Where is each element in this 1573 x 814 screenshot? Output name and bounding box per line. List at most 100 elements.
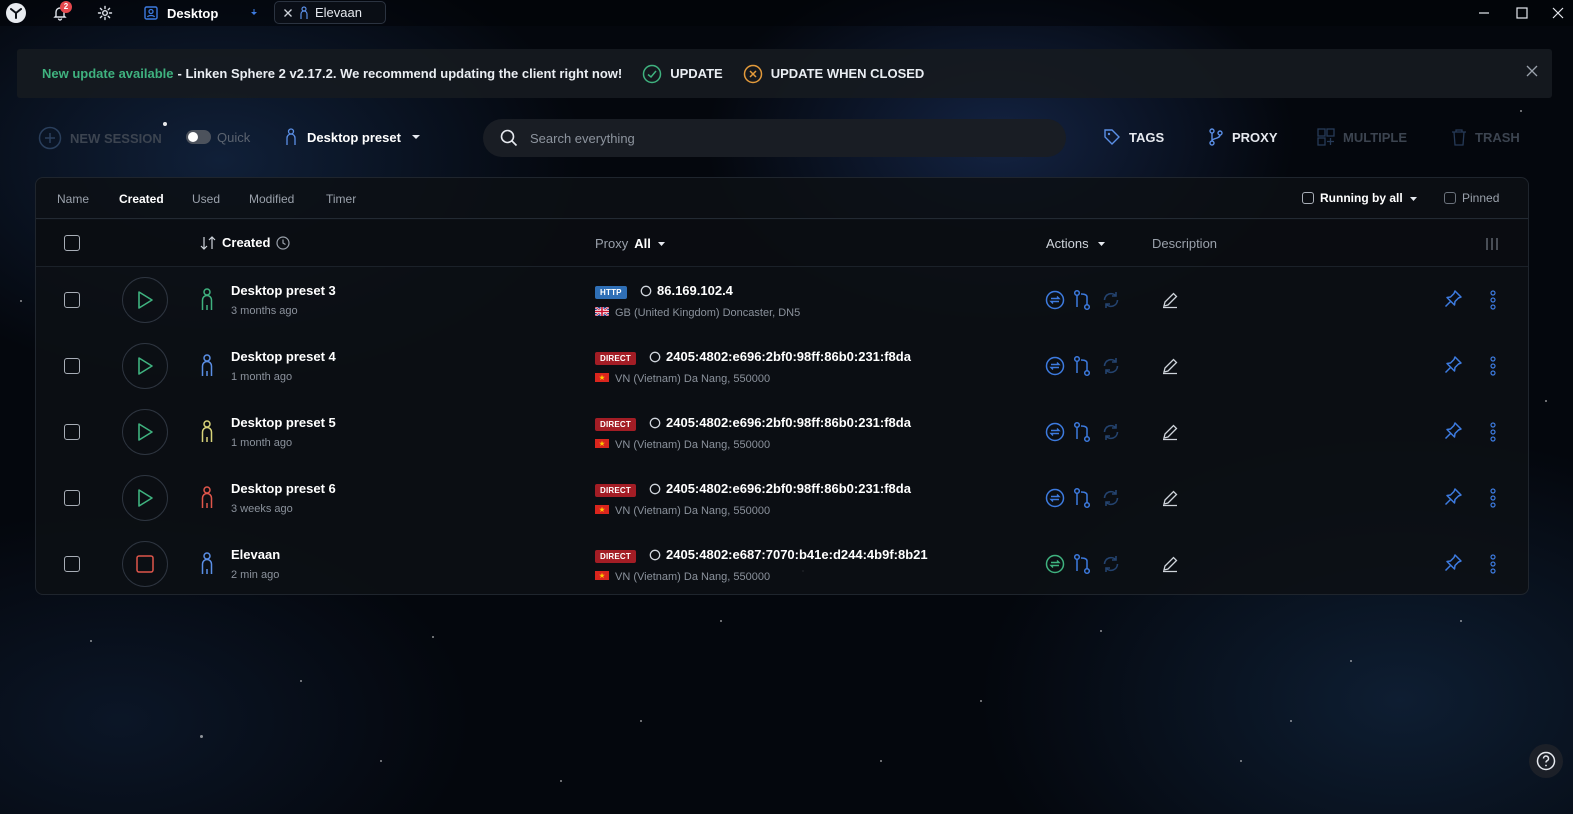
start-session-button[interactable]	[122, 475, 168, 521]
edit-description-icon[interactable]	[1160, 290, 1180, 310]
quick-toggle[interactable]	[186, 130, 211, 144]
pin-icon[interactable]	[1442, 354, 1464, 376]
sync-icon[interactable]	[1044, 553, 1066, 575]
session-name[interactable]: Desktop preset 5	[231, 415, 336, 430]
session-row[interactable]: Desktop preset 4 1 month ago DIRECT 2405…	[36, 333, 1528, 399]
session-row[interactable]: Desktop preset 3 3 months ago HTTP 86.16…	[36, 267, 1528, 333]
stop-session-button[interactable]	[122, 541, 168, 587]
sync-icon[interactable]	[1044, 421, 1066, 443]
pin-icon[interactable]	[1442, 486, 1464, 508]
session-row[interactable]: Desktop preset 6 3 weeks ago DIRECT 2405…	[36, 465, 1528, 531]
branch-icon[interactable]	[1072, 486, 1092, 510]
session-name[interactable]: Desktop preset 4	[231, 349, 336, 364]
branch-icon[interactable]	[1072, 288, 1092, 312]
pinned-checkbox[interactable]	[1444, 192, 1456, 204]
tags-label: TAGS	[1129, 129, 1165, 145]
proxy-location-text: VN (Vietnam) Da Nang, 550000	[615, 571, 771, 583]
session-checkbox[interactable]	[64, 292, 80, 308]
session-checkbox[interactable]	[64, 556, 80, 572]
created-column-header[interactable]: Created	[200, 235, 291, 250]
session-checkbox[interactable]	[64, 424, 80, 440]
pin-icon[interactable]	[1442, 288, 1464, 310]
trash-button[interactable]: TRASH	[1451, 128, 1520, 146]
proxy-ip[interactable]: 2405:4802:e696:2bf0:98ff:86b0:231:f8da	[649, 349, 911, 364]
session-checkbox[interactable]	[64, 358, 80, 374]
pinned-filter[interactable]: Pinned	[1444, 191, 1499, 205]
refresh-icon[interactable]	[1100, 487, 1122, 509]
more-options-icon[interactable]	[1486, 354, 1500, 378]
proxy-type-badge: DIRECT	[595, 352, 636, 365]
proxy-button[interactable]: PROXY	[1208, 128, 1278, 146]
tab-elevaan[interactable]: Elevaan	[274, 1, 386, 24]
sync-icon[interactable]	[1044, 355, 1066, 377]
close-window-icon[interactable]	[1548, 3, 1568, 23]
tab-desktop[interactable]: Desktop	[135, 0, 226, 26]
update-when-closed-button[interactable]: UPDATE WHEN CLOSED	[743, 64, 924, 84]
sort-name[interactable]: Name	[57, 192, 89, 206]
actions-column-header[interactable]: Actions	[1046, 236, 1106, 251]
session-row[interactable]: Desktop preset 5 1 month ago DIRECT 2405…	[36, 399, 1528, 465]
proxy-ip[interactable]: 2405:4802:e687:7070:b41e:d244:4b9f:8b21	[649, 547, 928, 562]
update-button[interactable]: UPDATE	[642, 64, 723, 84]
proxy-ip-value: 2405:4802:e696:2bf0:98ff:86b0:231:f8da	[666, 349, 911, 364]
close-banner-icon[interactable]	[1522, 61, 1542, 81]
more-options-icon[interactable]	[1486, 288, 1500, 312]
branch-icon[interactable]	[1072, 552, 1092, 576]
pin-icon[interactable]	[1442, 420, 1464, 442]
more-options-icon[interactable]	[1486, 552, 1500, 576]
tags-button[interactable]: TAGS	[1103, 128, 1164, 146]
minimize-icon[interactable]	[1474, 3, 1494, 23]
close-tab-icon[interactable]	[283, 8, 293, 18]
search-input[interactable]	[530, 130, 1010, 146]
sort-used[interactable]: Used	[192, 192, 220, 206]
refresh-icon[interactable]	[1100, 289, 1122, 311]
proxy-location: VN (Vietnam) Da Nang, 550000	[595, 571, 770, 583]
refresh-icon[interactable]	[1100, 553, 1122, 575]
refresh-icon[interactable]	[1100, 421, 1122, 443]
multiple-button[interactable]: MULTIPLE	[1317, 128, 1407, 146]
session-row[interactable]: Elevaan 2 min ago DIRECT 2405:4802:e687:…	[36, 531, 1528, 597]
session-checkbox[interactable]	[64, 490, 80, 506]
preset-selector[interactable]: Desktop preset	[285, 128, 421, 146]
session-name[interactable]: Desktop preset 3	[231, 283, 336, 298]
search-bar[interactable]	[483, 119, 1066, 157]
edit-description-icon[interactable]	[1160, 422, 1180, 442]
select-all-checkbox[interactable]	[64, 235, 80, 251]
branch-icon[interactable]	[1072, 354, 1092, 378]
session-name[interactable]: Desktop preset 6	[231, 481, 336, 496]
proxy-ip[interactable]: 86.169.102.4	[640, 283, 733, 298]
running-by-all-checkbox[interactable]	[1302, 192, 1314, 204]
tab-dropdown-icon[interactable]	[248, 7, 260, 19]
start-session-button[interactable]	[122, 277, 168, 323]
more-options-icon[interactable]	[1486, 486, 1500, 510]
play-icon	[138, 489, 153, 507]
branch-icon[interactable]	[1072, 420, 1092, 444]
settings-gear-icon[interactable]	[95, 3, 115, 23]
sync-icon[interactable]	[1044, 289, 1066, 311]
edit-description-icon[interactable]	[1160, 356, 1180, 376]
proxy-ip[interactable]: 2405:4802:e696:2bf0:98ff:86b0:231:f8da	[649, 415, 911, 430]
edit-description-icon[interactable]	[1160, 488, 1180, 508]
refresh-icon[interactable]	[1100, 355, 1122, 377]
start-session-button[interactable]	[122, 343, 168, 389]
notifications-bell-icon[interactable]: 2	[50, 1, 72, 23]
sort-modified[interactable]: Modified	[249, 192, 294, 206]
help-button[interactable]	[1529, 744, 1563, 778]
proxy-column-header[interactable]: Proxy All	[595, 236, 666, 251]
sort-created[interactable]: Created	[119, 192, 164, 206]
pin-icon[interactable]	[1442, 552, 1464, 574]
new-session-button[interactable]: NEW SESSION	[38, 126, 162, 150]
edit-description-icon[interactable]	[1160, 554, 1180, 574]
start-session-button[interactable]	[122, 409, 168, 455]
proxy-ip-value: 86.169.102.4	[657, 283, 733, 298]
maximize-icon[interactable]	[1512, 3, 1532, 23]
chevron-down-icon	[1409, 196, 1417, 201]
running-by-all-filter[interactable]: Running by all	[1302, 191, 1418, 205]
session-name[interactable]: Elevaan	[231, 547, 280, 562]
sort-timer[interactable]: Timer	[326, 192, 356, 206]
more-options-icon[interactable]	[1486, 420, 1500, 444]
app-logo-icon[interactable]	[6, 3, 26, 23]
proxy-ip[interactable]: 2405:4802:e696:2bf0:98ff:86b0:231:f8da	[649, 481, 911, 496]
columns-menu-icon[interactable]	[1484, 236, 1500, 252]
sync-icon[interactable]	[1044, 487, 1066, 509]
